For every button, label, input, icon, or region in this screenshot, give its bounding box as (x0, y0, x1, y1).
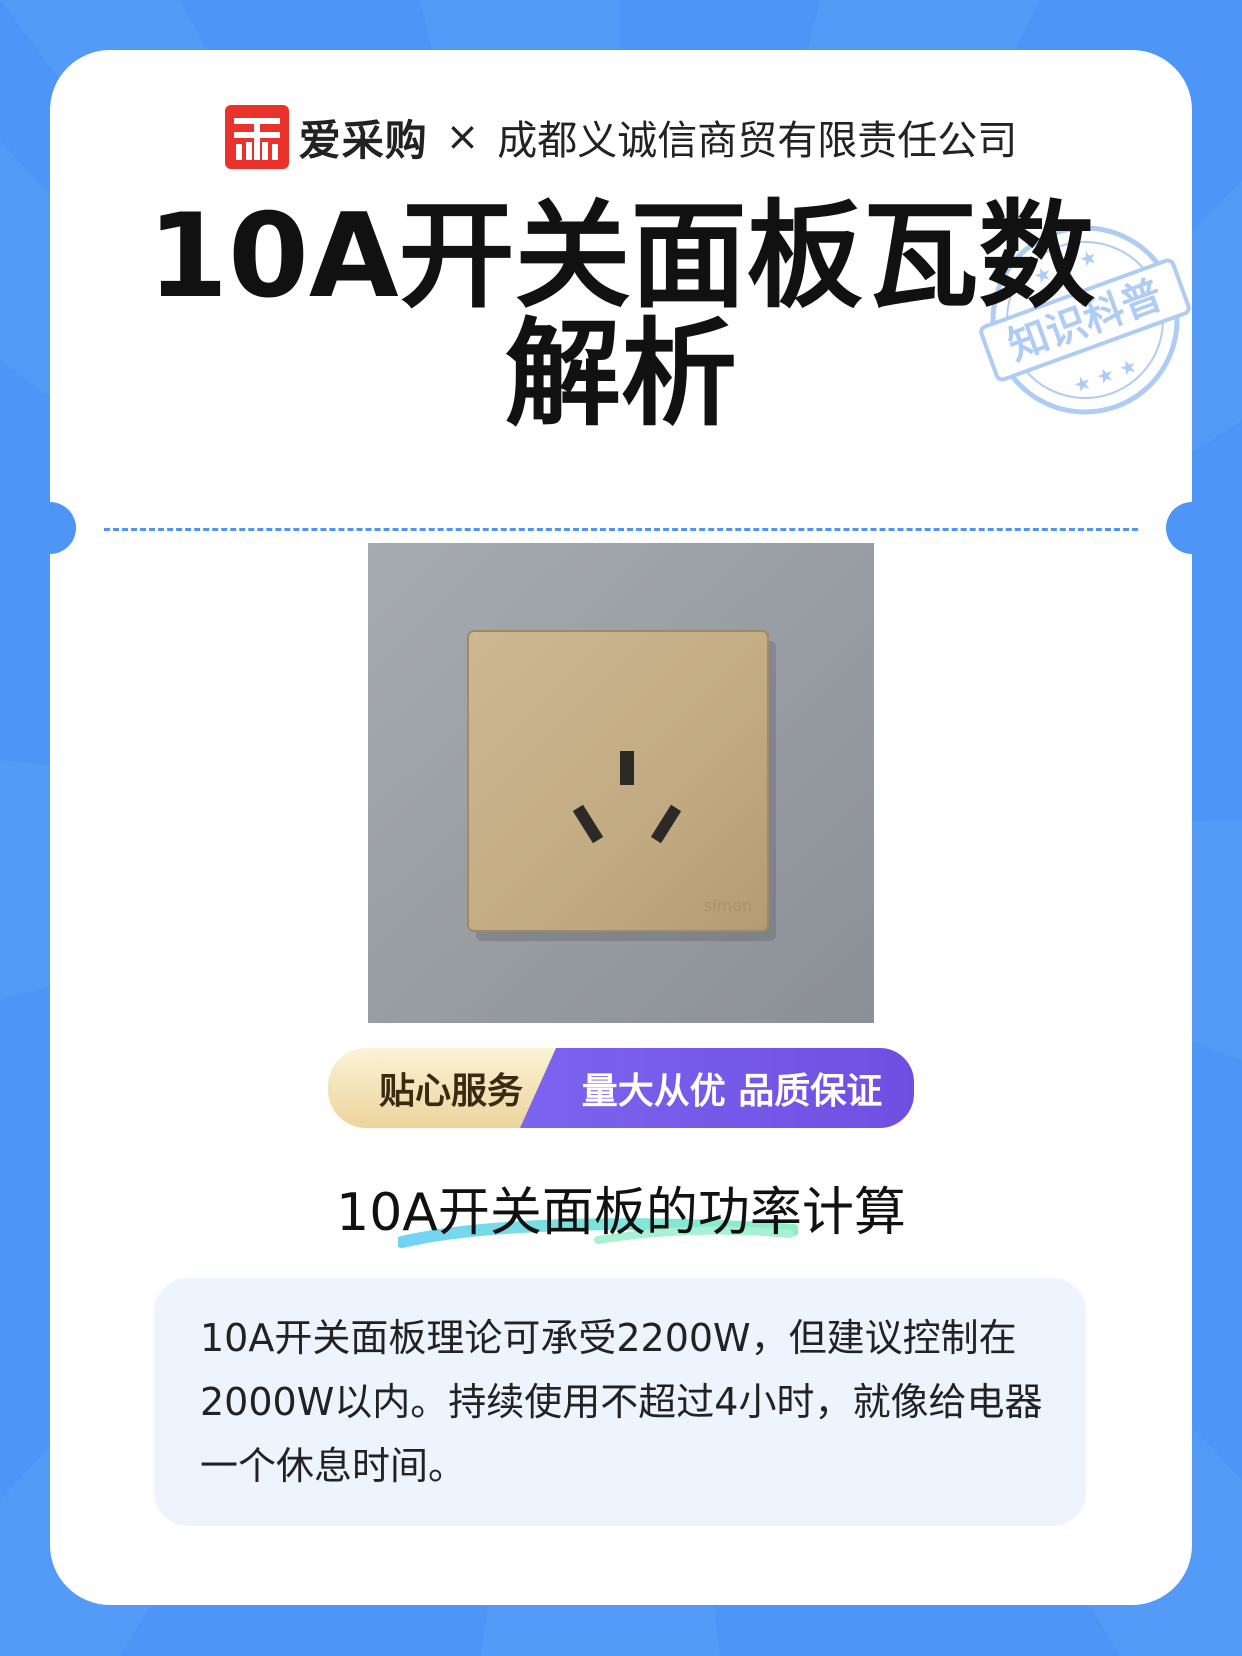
dashed-divider (104, 528, 1138, 531)
header: 爱采购 × 成都义诚信商贸有限责任公司 (50, 104, 1192, 170)
page-title: 10A开关面板瓦数 解析 (50, 198, 1192, 434)
title-line-1: 10A开关面板瓦数 (147, 189, 1095, 324)
info-body-text: 10A开关面板理论可承受2200W，但建议控制在2000W以内。持续使用不超过4… (200, 1316, 1043, 1488)
socket-panel-photo: simon (368, 543, 874, 1023)
panel-brand-mark: simon (704, 896, 752, 915)
company-name: 成都义诚信商贸有限责任公司 (497, 118, 1018, 164)
brand-name: 爱采购 (298, 115, 428, 165)
info-box: 10A开关面板理论可承受2200W，但建议控制在2000W以内。持续使用不超过4… (154, 1278, 1086, 1526)
banner-left-text: 贴心服务 (378, 1071, 523, 1112)
ticket-notch-right (1166, 502, 1192, 554)
content-card: 爱采购 × 成都义诚信商贸有限责任公司 知识科普 ★ ★ ★ ★ ★ ★ 10A… (50, 50, 1192, 1605)
section-subtitle: 10A开关面板的功率计算 (336, 1183, 906, 1243)
section-heading: 10A开关面板的功率计算 (50, 1170, 1192, 1250)
socket-top-slot (620, 751, 634, 785)
banner-left-badge: 贴心服务 (328, 1048, 556, 1128)
title-line-2: 解析 (505, 307, 737, 442)
ticket-notch-left (50, 502, 76, 554)
service-banner: 贴心服务 量大从优 品质保证 (328, 1048, 914, 1128)
banner-right-badge: 量大从优 品质保证 (520, 1048, 914, 1128)
collab-times-sign: × (445, 114, 480, 160)
brand-logo-icon (224, 105, 289, 169)
banner-right-text: 量大从优 品质保证 (581, 1071, 883, 1112)
